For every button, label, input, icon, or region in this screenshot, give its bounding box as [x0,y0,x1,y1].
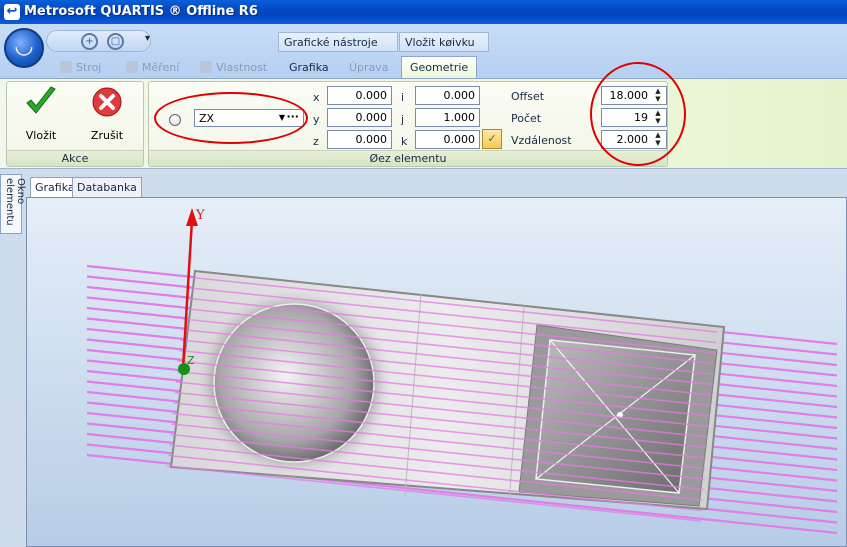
property-icon [200,61,212,73]
offset-label: Offset [511,90,545,103]
k-label: k [401,135,408,148]
z-label: z [313,135,319,148]
x-label: x [313,91,320,104]
graphics-viewport[interactable]: Y Z [26,197,847,547]
tab-vlastnost[interactable]: Vlastnost [192,57,275,78]
3d-scene[interactable]: Y Z [27,198,847,547]
machine-icon [60,61,72,73]
tab-view-databanka[interactable]: Databanka [72,177,142,197]
application-menu-button[interactable]: ◡ [4,28,44,68]
j-field[interactable]: 1.000 [415,108,480,127]
j-label: j [401,113,405,126]
window-title: Metrosoft QUARTIS ® Offline R6 [24,4,258,19]
tab-uprava[interactable]: Úprava [341,57,397,78]
ribbon-body: Vložit Zrušit Akce ZX ▼ ··· x 0.000 y 0.… [0,78,847,168]
cancel-button[interactable]: Zrušit [87,86,127,142]
i-field[interactable]: 0.000 [415,86,480,105]
checkmark-icon: ✓ [487,132,497,145]
context-group-insert-curve: Vložit køivku [399,32,489,52]
y-axis-label: Y [195,208,205,223]
actions-group-label: Akce [7,150,143,166]
annotation-oval-parameters [590,62,686,166]
k-field[interactable]: 0.000 [415,130,480,149]
tab-grafika[interactable]: Grafika [281,57,337,78]
tab-geometrie[interactable]: Geometrie [401,56,478,79]
section-group-label: Øez elementu [149,150,667,166]
context-group-graphics-tools: Grafické nástroje [278,32,398,52]
tab-mereni[interactable]: Měření [118,57,187,78]
count-label: Počet [511,112,542,125]
measure-icon [126,61,138,73]
app-window: ↩ Metrosoft QUARTIS ® Offline R6 ◡ + ▢ ▾… [0,0,847,547]
x-field[interactable]: 0.000 [327,86,392,105]
quick-access-toolbar: + ▢ [46,30,151,52]
cancel-label: Zrušit [90,129,124,142]
zoom-fit-icon[interactable]: ▢ [107,33,124,50]
title-bar: ↩ Metrosoft QUARTIS ® Offline R6 [0,0,847,24]
zoom-in-icon[interactable]: + [81,33,98,50]
y-field[interactable]: 0.000 [327,108,392,127]
insert-button[interactable]: Vložit [21,86,61,142]
distance-label: Vzdálenost [511,134,572,147]
customize-quick-access-button[interactable]: ▾ [145,33,150,44]
y-label: y [313,113,320,126]
i-label: i [401,91,405,104]
apply-vector-button[interactable]: ✓ [482,129,502,149]
app-icon: ↩ [4,4,20,20]
checkmark-icon [26,86,56,114]
cancel-icon [92,87,122,117]
tab-stroj[interactable]: Stroj [52,57,109,78]
z-field[interactable]: 0.000 [327,130,392,149]
insert-label: Vložit [25,129,57,142]
element-window-tab[interactable]: Okno elementu [0,174,26,234]
z-axis-label: Z [187,354,195,367]
actions-group: Vložit Zrušit Akce [6,81,144,167]
annotation-oval-plane [154,92,308,144]
